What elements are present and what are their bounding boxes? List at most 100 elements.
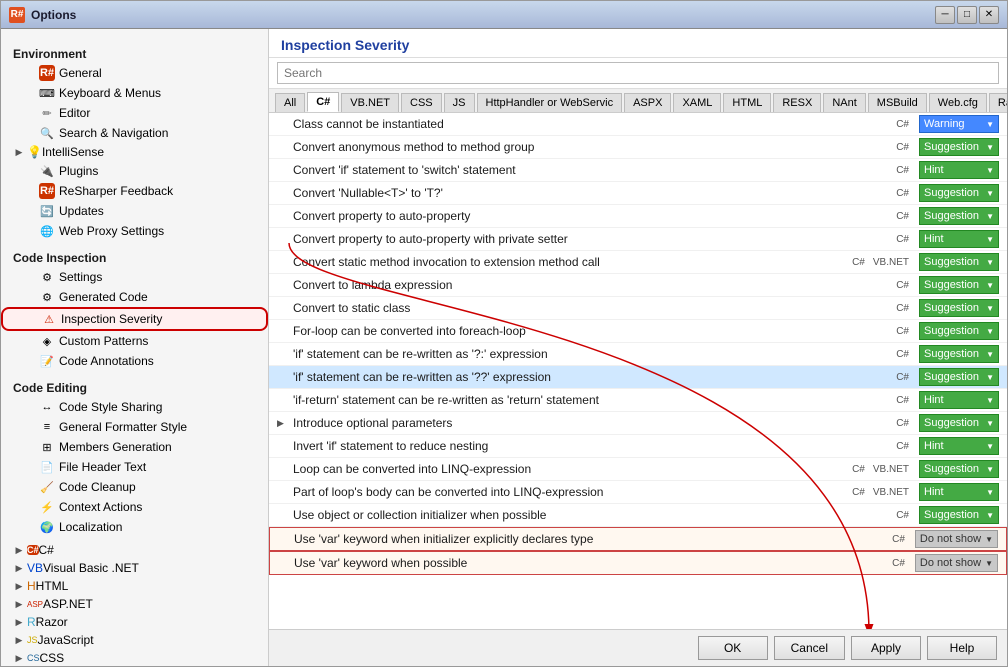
table-row[interactable]: Class cannot be instantiated C# Warning … [269, 113, 1007, 136]
severity-dropdown[interactable]: Hint ▼ [919, 437, 999, 455]
tab-html[interactable]: HTML [723, 93, 771, 112]
cancel-button[interactable]: Cancel [774, 636, 845, 660]
sidebar-item-context-actions[interactable]: ⚡ Context Actions [1, 497, 268, 517]
sidebar-item-html[interactable]: ▶ H HTML [1, 577, 268, 595]
table-row[interactable]: For-loop can be converted into foreach-l… [269, 320, 1007, 343]
close-button[interactable]: ✕ [979, 6, 999, 24]
severity-dropdown[interactable]: Suggestion ▼ [919, 368, 999, 386]
sidebar-item-file-header[interactable]: 📄 File Header Text [1, 457, 268, 477]
minimize-button[interactable]: ─ [935, 6, 955, 24]
ok-button[interactable]: OK [698, 636, 768, 660]
table-row[interactable]: Convert 'Nullable<T>' to 'T?' C# Suggest… [269, 182, 1007, 205]
css-expander[interactable]: ▶ [13, 652, 25, 664]
table-row[interactable]: Convert to lambda expression C# Suggesti… [269, 274, 1007, 297]
table-row[interactable]: Use object or collection initializer whe… [269, 504, 1007, 527]
table-row[interactable]: Loop can be converted into LINQ-expressi… [269, 458, 1007, 481]
sidebar-item-custom-patterns[interactable]: ◈ Custom Patterns [1, 331, 268, 351]
table-row[interactable]: 'if' statement can be re-written as '?:'… [269, 343, 1007, 366]
sidebar-item-editor[interactable]: ✏ Editor [1, 103, 268, 123]
severity-dropdown[interactable]: Suggestion ▼ [919, 322, 999, 340]
table-row[interactable]: Convert anonymous method to method group… [269, 136, 1007, 159]
table-row[interactable]: Convert static method invocation to exte… [269, 251, 1007, 274]
vbnet-expander[interactable]: ▶ [13, 562, 25, 574]
severity-dropdown[interactable]: Suggestion ▼ [919, 184, 999, 202]
severity-dropdown[interactable]: Do not show ▼ [915, 554, 998, 572]
sidebar-item-css[interactable]: ▶ CS CSS [1, 649, 268, 666]
severity-label: Warning [924, 118, 965, 130]
severity-dropdown[interactable]: Suggestion ▼ [919, 506, 999, 524]
tab-msbuild[interactable]: MSBuild [868, 93, 927, 112]
sidebar-item-search-navigation[interactable]: 🔍 Search & Navigation [1, 123, 268, 143]
tab-css[interactable]: CSS [401, 93, 442, 112]
maximize-button[interactable]: □ [957, 6, 977, 24]
intellisense-expander[interactable]: ▶ [13, 146, 25, 158]
javascript-expander[interactable]: ▶ [13, 634, 25, 646]
search-input[interactable] [277, 62, 999, 84]
sidebar-item-csharp[interactable]: ▶ C# C# [1, 541, 268, 559]
severity-dropdown[interactable]: Hint ▼ [919, 161, 999, 179]
tab-resx[interactable]: RESX [773, 93, 821, 112]
severity-dropdown[interactable]: Warning ▼ [919, 115, 999, 133]
table-row[interactable]: Invert 'if' statement to reduce nesting … [269, 435, 1007, 458]
sidebar-item-plugins[interactable]: 🔌 Plugins [1, 161, 268, 181]
sidebar-item-code-style-sharing[interactable]: ↔ Code Style Sharing [1, 397, 268, 417]
sidebar-item-inspection-severity[interactable]: ⚠ Inspection Severity [1, 307, 268, 331]
tab-vbnet[interactable]: VB.NET [341, 93, 399, 112]
table-row[interactable]: Convert to static class C# Suggestion ▼ [269, 297, 1007, 320]
severity-dropdown[interactable]: Suggestion ▼ [919, 253, 999, 271]
sidebar-item-javascript[interactable]: ▶ JS JavaScript [1, 631, 268, 649]
razor-expander[interactable]: ▶ [13, 616, 25, 628]
sidebar-item-keyboard[interactable]: ⌨ Keyboard & Menus [1, 83, 268, 103]
tab-nant[interactable]: NAnt [823, 93, 865, 112]
severity-dropdown[interactable]: Hint ▼ [919, 483, 999, 501]
severity-dropdown[interactable]: Hint ▼ [919, 230, 999, 248]
sidebar-item-updates[interactable]: 🔄 Updates [1, 201, 268, 221]
table-row-donotshow-2[interactable]: Use 'var' keyword when possible C# Do no… [269, 551, 1007, 575]
sidebar-item-proxy[interactable]: 🌐 Web Proxy Settings [1, 221, 268, 241]
sidebar-item-settings[interactable]: ⚙ Settings [1, 267, 268, 287]
severity-dropdown[interactable]: Suggestion ▼ [919, 276, 999, 294]
table-row[interactable]: Convert 'if' statement to 'switch' state… [269, 159, 1007, 182]
tab-httphandler[interactable]: HttpHandler or WebServic [477, 93, 623, 112]
severity-dropdown[interactable]: Suggestion ▼ [919, 414, 999, 432]
severity-dropdown[interactable]: Suggestion ▼ [919, 460, 999, 478]
sidebar-item-intellisense[interactable]: ▶ 💡 IntelliSense [1, 143, 268, 161]
csharp-expander[interactable]: ▶ [13, 544, 25, 556]
html-expander[interactable]: ▶ [13, 580, 25, 592]
sidebar-item-general[interactable]: R# General [1, 63, 268, 83]
table-row-donotshow-1[interactable]: Use 'var' keyword when initializer expli… [269, 527, 1007, 551]
table-row[interactable]: Part of loop's body can be converted int… [269, 481, 1007, 504]
severity-dropdown[interactable]: Suggestion ▼ [919, 299, 999, 317]
tab-xaml[interactable]: XAML [673, 93, 721, 112]
row-expander-triangle[interactable]: ▶ [277, 418, 289, 429]
severity-dropdown[interactable]: Suggestion ▼ [919, 207, 999, 225]
tab-razor[interactable]: Razo [989, 93, 1007, 112]
severity-dropdown[interactable]: Suggestion ▼ [919, 345, 999, 363]
tab-webcfg[interactable]: Web.cfg [929, 93, 987, 112]
table-row[interactable]: Convert property to auto-property with p… [269, 228, 1007, 251]
aspnet-expander[interactable]: ▶ [13, 598, 25, 610]
table-row[interactable]: ▶ Introduce optional parameters C# Sugge… [269, 412, 1007, 435]
sidebar-item-localization[interactable]: 🌍 Localization [1, 517, 268, 537]
apply-button[interactable]: Apply [851, 636, 921, 660]
table-row-highlighted[interactable]: 'if' statement can be re-written as '??'… [269, 366, 1007, 389]
sidebar-item-code-cleanup[interactable]: 🧹 Code Cleanup [1, 477, 268, 497]
tab-all[interactable]: All [275, 93, 305, 112]
sidebar-item-code-annotations[interactable]: 📝 Code Annotations [1, 351, 268, 371]
sidebar-item-aspnet[interactable]: ▶ ASP ASP.NET [1, 595, 268, 613]
tab-js[interactable]: JS [444, 93, 475, 112]
help-button[interactable]: Help [927, 636, 997, 660]
severity-dropdown[interactable]: Suggestion ▼ [919, 138, 999, 156]
sidebar-item-razor[interactable]: ▶ R Razor [1, 613, 268, 631]
sidebar-item-vbnet[interactable]: ▶ VB Visual Basic .NET [1, 559, 268, 577]
sidebar-item-generated-code[interactable]: ⚙ Generated Code [1, 287, 268, 307]
sidebar-item-general-formatter[interactable]: ≡ General Formatter Style [1, 417, 268, 437]
tab-aspx[interactable]: ASPX [624, 93, 671, 112]
severity-dropdown[interactable]: Do not show ▼ [915, 530, 998, 548]
severity-dropdown[interactable]: Hint ▼ [919, 391, 999, 409]
sidebar-item-members-generation[interactable]: ⊞ Members Generation [1, 437, 268, 457]
table-row[interactable]: 'if-return' statement can be re-written … [269, 389, 1007, 412]
sidebar-item-feedback[interactable]: R# ReSharper Feedback [1, 181, 268, 201]
table-row[interactable]: Convert property to auto-property C# Sug… [269, 205, 1007, 228]
tab-csharp[interactable]: C# [307, 92, 339, 112]
